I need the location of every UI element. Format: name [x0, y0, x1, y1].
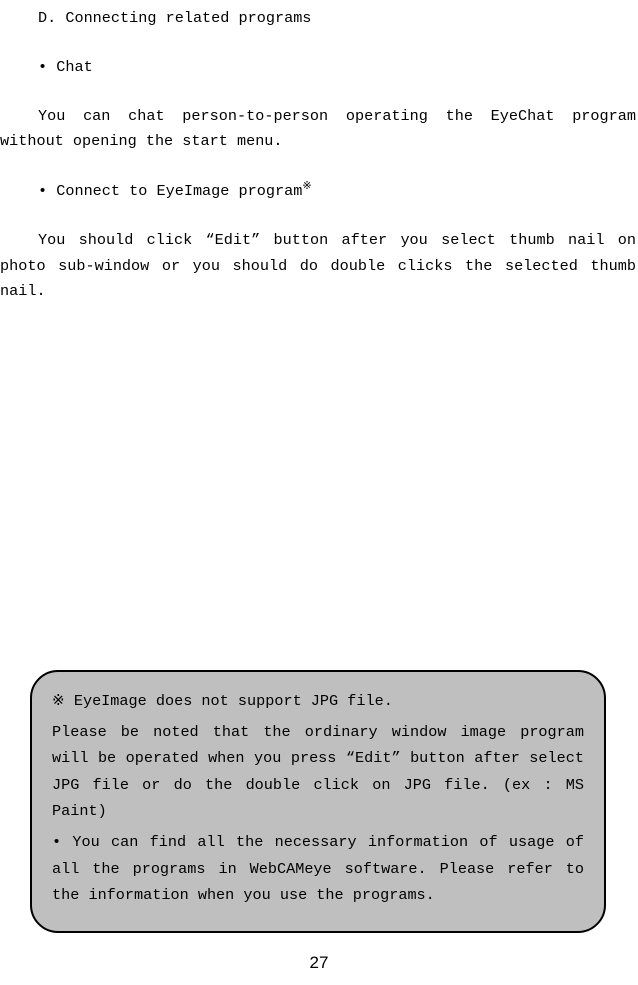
paragraph-chat: You can chat person-to-person operating …: [0, 104, 638, 154]
bullet-chat: • Chat: [38, 55, 638, 80]
note-line-2: Please be noted that the ordinary window…: [52, 719, 584, 825]
section-heading: D. Connecting related programs: [38, 6, 638, 31]
page: D. Connecting related programs • Chat Yo…: [0, 0, 638, 985]
bullet-eyeimage: • Connect to EyeImage program※: [38, 178, 638, 204]
note-line-3: • You can find all the necessary informa…: [52, 829, 584, 909]
bullet-eyeimage-text: • Connect to EyeImage program: [38, 182, 302, 200]
paragraph-eyeimage: You should click “Edit” button after you…: [0, 228, 638, 303]
note-box: ※ EyeImage does not support JPG file. Pl…: [30, 670, 606, 933]
reference-mark-icon: ※: [302, 181, 311, 193]
note-line-1: ※ EyeImage does not support JPG file.: [52, 688, 584, 715]
page-number: 27: [0, 949, 638, 977]
